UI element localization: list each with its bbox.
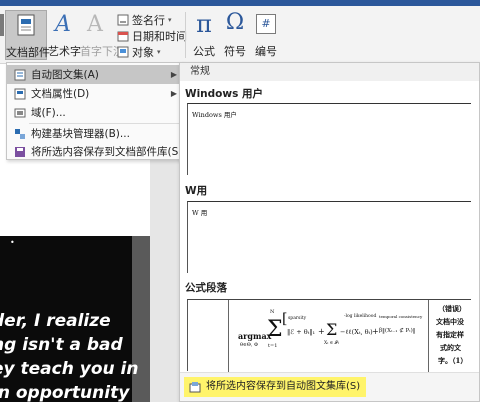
signature-line-button[interactable]: 签名行 ▾ (117, 12, 172, 28)
signature-line-label: 签名行 (132, 14, 165, 27)
menu-item-label: 构建基块管理器(B)... (31, 128, 130, 140)
menu-item-label: 域(F)... (31, 107, 66, 119)
pi-icon: π (196, 10, 212, 38)
formula-sum-2: Σ (326, 320, 338, 339)
calendar-icon (117, 30, 129, 42)
datetime-button[interactable]: 日期和时间 (117, 28, 187, 44)
table-border (428, 300, 429, 372)
image-text-line-2: ng isn't a bad (0, 335, 123, 355)
formula-side-text: 字。（1） (438, 356, 468, 365)
doc-parts-icon (15, 13, 37, 40)
object-button[interactable]: 对象 ▾ (117, 44, 161, 60)
number-label: 编号 (255, 45, 277, 58)
equation-button[interactable]: π 公式 (190, 10, 218, 60)
save-selection-icon (189, 381, 201, 393)
ribbon-separator (185, 12, 186, 58)
field-icon (14, 107, 26, 119)
doc-parts-label: 文档部件 (6, 46, 50, 59)
number-icon: # (256, 14, 276, 34)
menu-item-building-blocks[interactable]: 构建基块管理器(B)... (7, 124, 183, 143)
menu-item-doc-properties[interactable]: 文档属性(D) ▶ (7, 84, 183, 103)
dropcap-label: 首字下沉 (80, 45, 124, 58)
gallery-entry-preview: W 用 (192, 209, 208, 217)
truncated-icon (0, 14, 4, 36)
formula-sparsity-label: sparsity (288, 316, 307, 321)
object-dropdown-icon: ▾ (157, 48, 161, 56)
autotext-gallery: 常规 Windows 用户 Windows 用户 W用 W 用 公式段落 arg… (179, 62, 480, 402)
object-icon (117, 46, 129, 58)
formula-plus: + (318, 327, 325, 336)
formula-side-text: 式的文 (440, 343, 461, 352)
formula-loglik-term: −ℓℓ(Xₜ, θₜ) (340, 328, 373, 336)
gallery-section-header: 常规 (180, 63, 479, 81)
formula-loglik-label: -log likelihood (344, 314, 377, 319)
wordart-label: 艺术字 (48, 45, 81, 58)
formula-sum-bottom: t=1 (268, 343, 278, 349)
number-button[interactable]: # 编号 (252, 10, 280, 60)
formula-sum-top: N (270, 309, 275, 315)
gallery-entry-formula-paragraph[interactable]: argmax θ∈Θ, Φ N Σ t=1 [ sparsity ‖ℰ + θₜ… (187, 299, 471, 372)
document-image[interactable]: der, I realize ng isn't a bad ey teach y… (0, 236, 150, 402)
gallery-entry-w-user[interactable]: W 用 (187, 201, 471, 273)
formula-sum2-bottom: Xₜ ∈ 𝒫ₜ (324, 341, 339, 346)
symbol-label: 符号 (224, 45, 246, 58)
gallery-category: Windows 用户 (185, 88, 263, 100)
image-text-line-1: der, I realize (0, 311, 111, 331)
formula-side-text: 有指定样 (436, 330, 464, 339)
menu-item-label: 将所选内容保存到文档部件库(S)... (31, 146, 193, 158)
building-blocks-icon (14, 128, 26, 140)
submenu-arrow-icon: ▶ (170, 89, 177, 98)
formula-bracket: [ (282, 311, 288, 327)
dropcap-button[interactable]: A 首字下沉 (80, 10, 124, 60)
signature-icon (117, 14, 129, 26)
menu-item-label: 文档属性(D) (31, 88, 90, 100)
image-text-line-3: ey teach you in (0, 359, 139, 379)
submenu-arrow-icon: ▶ (170, 70, 177, 79)
table-border (228, 300, 229, 372)
gallery-footer: 将所选内容保存到自动图文集库(S) (180, 372, 479, 401)
image-marker: • (10, 238, 15, 247)
wordart-button[interactable]: A 艺术字 (48, 10, 81, 60)
menu-item-label: 自动图文集(A) (31, 69, 99, 81)
save-to-autotext-gallery-button[interactable]: 将所选内容保存到自动图文集库(S) (184, 377, 367, 397)
formula-plus: + (372, 327, 379, 336)
formula-side-text: （错误） (438, 304, 466, 313)
formula-argmax-sub: θ∈Θ, Φ (240, 342, 259, 348)
omega-icon: Ω (225, 10, 245, 35)
formula-temporal-label: temporal consistency (379, 314, 423, 319)
gallery-category: W用 (185, 185, 208, 197)
menu-item-field[interactable]: 域(F)... (7, 103, 183, 122)
gallery-entry-windows-user[interactable]: Windows 用户 (187, 103, 471, 175)
save-to-autotext-gallery-label: 将所选内容保存到自动图文集库(S) (206, 381, 361, 392)
symbol-button[interactable]: Ω 符号 (220, 10, 250, 60)
menu-item-save-selection[interactable]: 将所选内容保存到文档部件库(S)... (7, 142, 192, 161)
equation-label: 公式 (193, 45, 215, 58)
formula-sparsity-term: ‖ℰ + θₜ‖₁ (287, 328, 316, 336)
formula-sum: Σ (267, 317, 283, 342)
datetime-label: 日期和时间 (132, 30, 187, 43)
dropcap-icon: A (87, 12, 103, 37)
object-label: 对象 (132, 46, 154, 59)
insert-ribbon: 文档部件 A 艺术字 A 首字下沉 签名行 ▾ 日期和时间 对象 ▾ π 公式 … (0, 6, 480, 64)
doc-parts-button[interactable]: 文档部件 (5, 10, 50, 60)
menu-item-autotext[interactable]: 自动图文集(A) ▶ (7, 65, 183, 84)
formula-side-text: 文档中没 (436, 317, 464, 326)
doc-parts-menu: 自动图文集(A) ▶ 文档属性(D) ▶ 域(F)... 构建基块管理器(B).… (6, 62, 192, 161)
gallery-entry-preview: Windows 用户 (192, 111, 237, 119)
autotext-icon (14, 69, 26, 81)
image-text-line-4: in opportunity (0, 383, 130, 402)
formula-temporal-term: β‖(Xₜ₋₁ ⊄ Pₜ)‖ (379, 328, 416, 334)
save-selection-icon (14, 146, 26, 158)
gallery-category: 公式段落 (185, 282, 227, 294)
doc-properties-icon (14, 88, 26, 100)
wordart-icon: A (55, 12, 71, 37)
signature-dropdown-icon: ▾ (168, 16, 172, 24)
